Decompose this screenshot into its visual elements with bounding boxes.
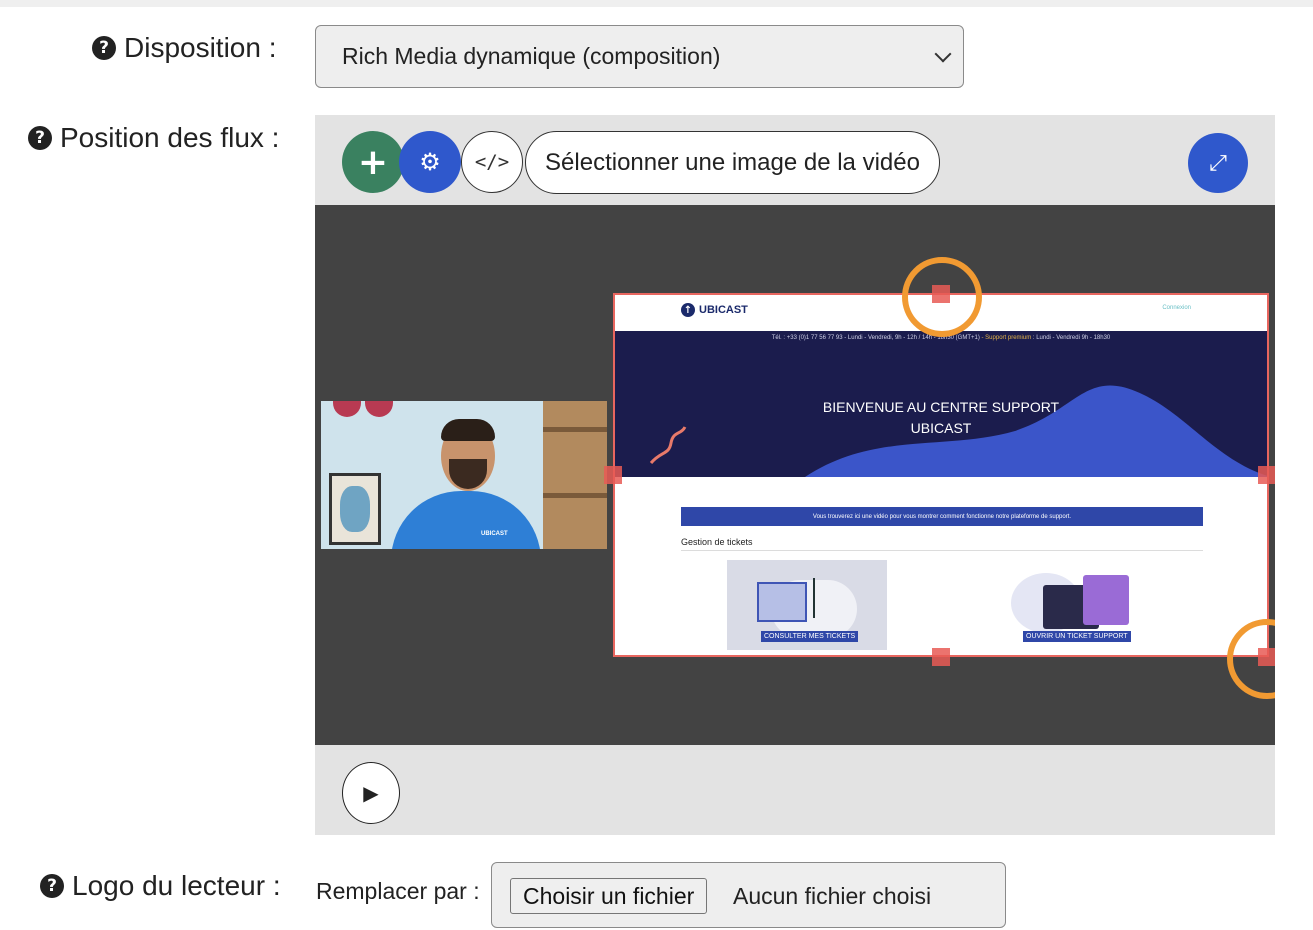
camera-stream[interactable]: UBICAST (321, 401, 607, 549)
editor-toolbar: + ⚙ </> Sélectionner une image de la vid… (315, 115, 1275, 205)
highlight-ring-top (902, 257, 982, 337)
section-divider (681, 550, 1203, 551)
logo-label: ? Logo du lecteur : (40, 870, 281, 902)
position-label: ? Position des flux : (28, 122, 279, 154)
hero-title: BIENVENUE AU CENTRE SUPPORT UBICAST (822, 399, 1060, 436)
connexion-link: Connexion (1162, 305, 1191, 311)
chevron-down-icon (934, 45, 952, 63)
file-input[interactable]: Choisir un fichier Aucun fichier choisi (491, 862, 1006, 928)
site-banner: Vous trouverez ici une vidéo pour vous m… (681, 507, 1203, 526)
play-button[interactable]: ▶ (342, 762, 400, 824)
shelf (543, 401, 607, 549)
player-controls: ▶ (315, 745, 1275, 835)
stream-position-editor: + ⚙ </> Sélectionner une image de la vid… (315, 115, 1275, 835)
disposition-label-text: Disposition : (124, 32, 277, 63)
settings-button[interactable]: ⚙ (399, 131, 461, 193)
plus-icon: + (357, 141, 389, 183)
gear-icon: ⚙ (419, 148, 441, 176)
add-stream-button[interactable]: + (342, 131, 404, 193)
code-icon: </> (474, 151, 510, 173)
tshirt-logo: UBICAST (481, 531, 508, 537)
replace-label: Remplacer par : (316, 878, 480, 904)
select-video-frame-button[interactable]: Sélectionner une image de la vidéo (525, 131, 940, 194)
select-video-frame-label: Sélectionner une image de la vidéo (545, 148, 920, 176)
file-status: Aucun fichier choisi (733, 883, 932, 909)
question-circle-icon[interactable]: ? (92, 36, 116, 60)
disposition-label: ? Disposition : (92, 32, 277, 64)
ubicast-logo-icon: ↑ (681, 303, 695, 317)
disposition-select[interactable]: Rich Media dynamique (composition) (315, 25, 964, 88)
resize-handle-bottom[interactable] (932, 648, 950, 666)
fullscreen-button[interactable]: ⤢ (1188, 133, 1248, 193)
card-open-label: OUVRIR UN TICKET SUPPORT (1023, 631, 1131, 642)
question-circle-icon[interactable]: ? (40, 874, 64, 898)
ubicast-logo: ↑ UBICAST (681, 303, 748, 317)
expand-icon: ⤢ (1209, 150, 1227, 176)
ubicast-logo-text: UBICAST (699, 304, 748, 316)
resize-handle-left[interactable] (604, 466, 622, 484)
presenter (391, 491, 541, 549)
card-consult-label: CONSULTER MES TICKETS (761, 631, 859, 642)
composition-stage[interactable]: UBICAST ↑ UBICAST Connexion Tél. : +33 (… (315, 205, 1275, 745)
resize-handle-right[interactable] (1258, 466, 1275, 484)
position-label-text: Position des flux : (60, 122, 280, 153)
painting-frame (329, 473, 381, 545)
top-strip (0, 0, 1313, 7)
section-title: Gestion de tickets (681, 537, 753, 547)
disposition-selected-value: Rich Media dynamique (composition) (342, 43, 721, 69)
code-button[interactable]: </> (461, 131, 523, 193)
question-circle-icon[interactable]: ? (28, 126, 52, 150)
screen-stream[interactable]: ↑ UBICAST Connexion Tél. : +33 (0)1 77 5… (613, 293, 1269, 657)
choose-file-button[interactable]: Choisir un fichier (510, 878, 708, 914)
play-icon: ▶ (363, 781, 379, 805)
site-hero: Tél. : +33 (0)1 77 56 77 93 - Lundi - Ve… (615, 331, 1267, 477)
logo-label-text: Logo du lecteur : (72, 870, 281, 901)
